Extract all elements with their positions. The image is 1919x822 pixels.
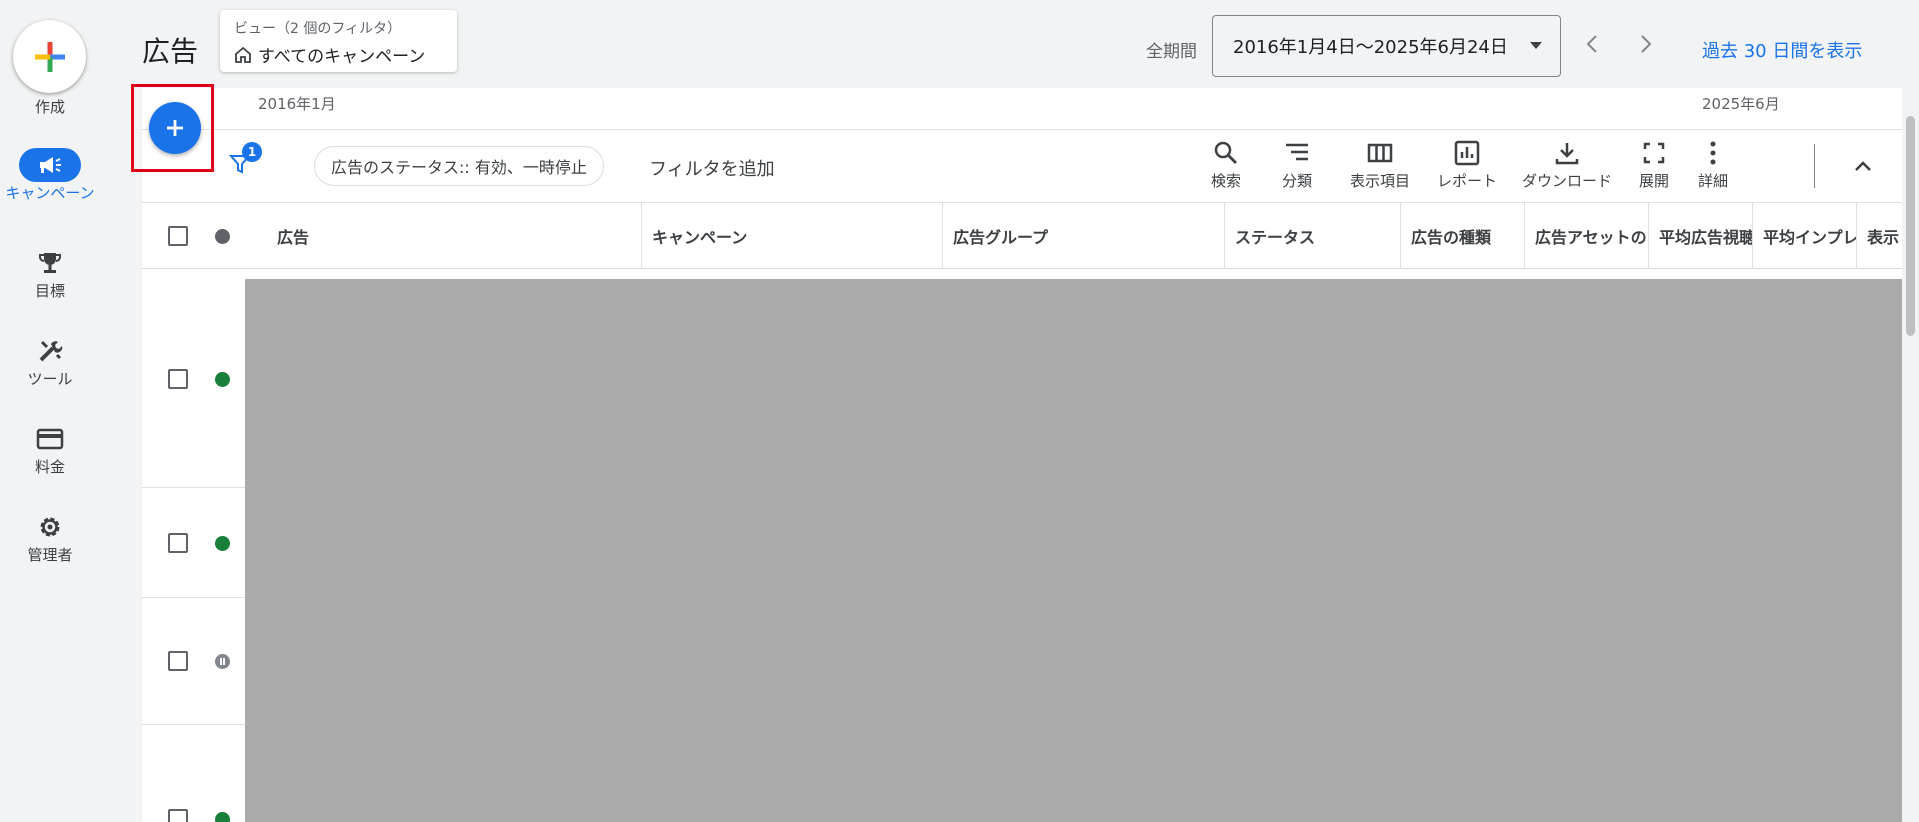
nav-label-tools: ツール: [27, 370, 73, 388]
filter-count-badge: 1: [242, 142, 262, 162]
ads-panel: 2016年1月 2025年6月 1 広告のステータス:: 有効、一時停止 フィル…: [142, 88, 1902, 822]
columns-icon: [1367, 143, 1393, 163]
filter-chip-ad-status[interactable]: 広告のステータス:: 有効、一時停止: [314, 146, 604, 186]
segment-icon: [1286, 143, 1308, 161]
nav-label-billing: 料金: [34, 458, 65, 476]
columns-label: 表示項目: [1349, 172, 1410, 190]
campaign-megaphone-icon: [40, 157, 61, 173]
nav-icon-wrap: [19, 422, 81, 456]
date-range-text: 2016年1月4日〜2025年6月24日: [1233, 37, 1508, 58]
tools-icon: [39, 340, 63, 362]
nav-icon-wrap: [19, 510, 81, 544]
report-button[interactable]: レポート: [1412, 140, 1522, 191]
table-header: 広告 キャンペーン 広告グループ ステータス 広告の種類 広告アセットの 平均広…: [142, 203, 1902, 269]
create-button[interactable]: [13, 20, 86, 93]
caret-down-icon: [1530, 42, 1542, 49]
period-label: 全期間: [1146, 42, 1197, 62]
row-checkbox[interactable]: [168, 809, 188, 822]
row-checkbox[interactable]: [168, 651, 188, 671]
page-title: 広告: [142, 35, 199, 68]
report-label: レポート: [1436, 172, 1497, 190]
column-header-ad-asset[interactable]: 広告アセットの: [1525, 203, 1649, 269]
table-toolbar: 1 広告のステータス:: 有効、一時停止 フィルタを追加 検索 分類 表示項目: [142, 130, 1902, 203]
column-header-campaign[interactable]: キャンペーン: [642, 203, 943, 269]
add-filter-button[interactable]: フィルタを追加: [649, 155, 775, 181]
nav-item-tools[interactable]: ツール: [0, 334, 100, 388]
download-icon: [1555, 143, 1579, 165]
nav-icon-wrap: [19, 246, 81, 280]
chevron-up-icon[interactable]: [1850, 154, 1876, 180]
nav-label-admin: 管理者: [27, 546, 73, 564]
scrollbar-thumb[interactable]: [1906, 116, 1915, 336]
view-selector[interactable]: ビュー（2 個のフィルタ） すべてのキャンペーン: [220, 10, 457, 72]
trophy-icon: [39, 253, 61, 273]
more-button[interactable]: 詳細: [1658, 140, 1768, 191]
show-last-30-days-link[interactable]: 過去 30 日間を表示: [1702, 37, 1862, 63]
column-header-status[interactable]: ステータス: [1225, 203, 1401, 269]
column-header-avg-impression[interactable]: 平均インプレ: [1753, 203, 1857, 269]
more-label: 詳細: [1697, 172, 1728, 190]
page-header: 広告 ビュー（2 個のフィルタ） すべてのキャンペーン 全期間 2016年1月4…: [100, 4, 1910, 88]
chevron-right-icon[interactable]: [1633, 32, 1657, 56]
nav-active-pill: [19, 148, 81, 182]
view-name: すべてのキャンペーン: [258, 47, 426, 67]
timeline-bar: 2016年1月 2025年6月: [142, 88, 1902, 130]
highlight-box: [131, 84, 214, 172]
nav-label-goals: 目標: [34, 282, 65, 300]
column-header-ad-type[interactable]: 広告の種類: [1401, 203, 1525, 269]
nav-icon-wrap: [19, 334, 81, 368]
select-all-checkbox[interactable]: [168, 226, 188, 246]
redacted-content-area: [245, 279, 1902, 822]
nav-label-campaigns: キャンペーン: [5, 184, 95, 202]
status-enabled-icon: [215, 812, 230, 822]
left-nav-rail: 作成 キャンペーン 目標 ツール 料金 管理者: [0, 0, 100, 822]
status-enabled-icon: [215, 372, 230, 387]
nav-item-goals[interactable]: 目標: [0, 246, 100, 300]
status-column-icon: [215, 229, 230, 244]
date-range-picker[interactable]: 2016年1月4日〜2025年6月24日: [1212, 15, 1561, 77]
create-label: 作成: [34, 98, 65, 116]
timeline-start: 2016年1月: [258, 95, 336, 113]
more-vert-icon: [1710, 141, 1716, 165]
chevron-left-icon[interactable]: [1581, 32, 1605, 56]
plus-icon: [167, 120, 183, 136]
home-icon: [235, 46, 251, 63]
report-icon: [1454, 140, 1480, 166]
row-checkbox[interactable]: [168, 369, 188, 389]
segment-label: 分類: [1281, 172, 1312, 190]
status-enabled-icon: [215, 536, 230, 551]
column-header-display[interactable]: 表示: [1857, 203, 1902, 269]
search-label: 検索: [1210, 172, 1241, 190]
column-header-ad-group[interactable]: 広告グループ: [943, 203, 1225, 269]
row-checkbox[interactable]: [168, 533, 188, 553]
column-header-avg-view[interactable]: 平均広告視聴: [1649, 203, 1753, 269]
nav-item-campaigns[interactable]: キャンペーン: [0, 148, 100, 202]
timeline-end: 2025年6月: [1702, 95, 1780, 113]
view-main-row: すべてのキャンペーン: [234, 42, 443, 67]
billing-card-icon: [36, 428, 64, 450]
vertical-scrollbar[interactable]: [1902, 88, 1919, 822]
add-ad-button[interactable]: [149, 102, 201, 154]
search-icon: [1214, 141, 1237, 164]
column-header-ad[interactable]: 広告: [267, 203, 642, 269]
plus-multicolor-icon: [34, 41, 65, 72]
nav-item-billing[interactable]: 料金: [0, 422, 100, 476]
view-subtitle: ビュー（2 個のフィルタ）: [234, 21, 402, 37]
gear-icon: [40, 517, 60, 537]
status-paused-icon: [215, 654, 230, 669]
toolbar-divider: [1814, 144, 1815, 188]
nav-item-admin[interactable]: 管理者: [0, 510, 100, 564]
